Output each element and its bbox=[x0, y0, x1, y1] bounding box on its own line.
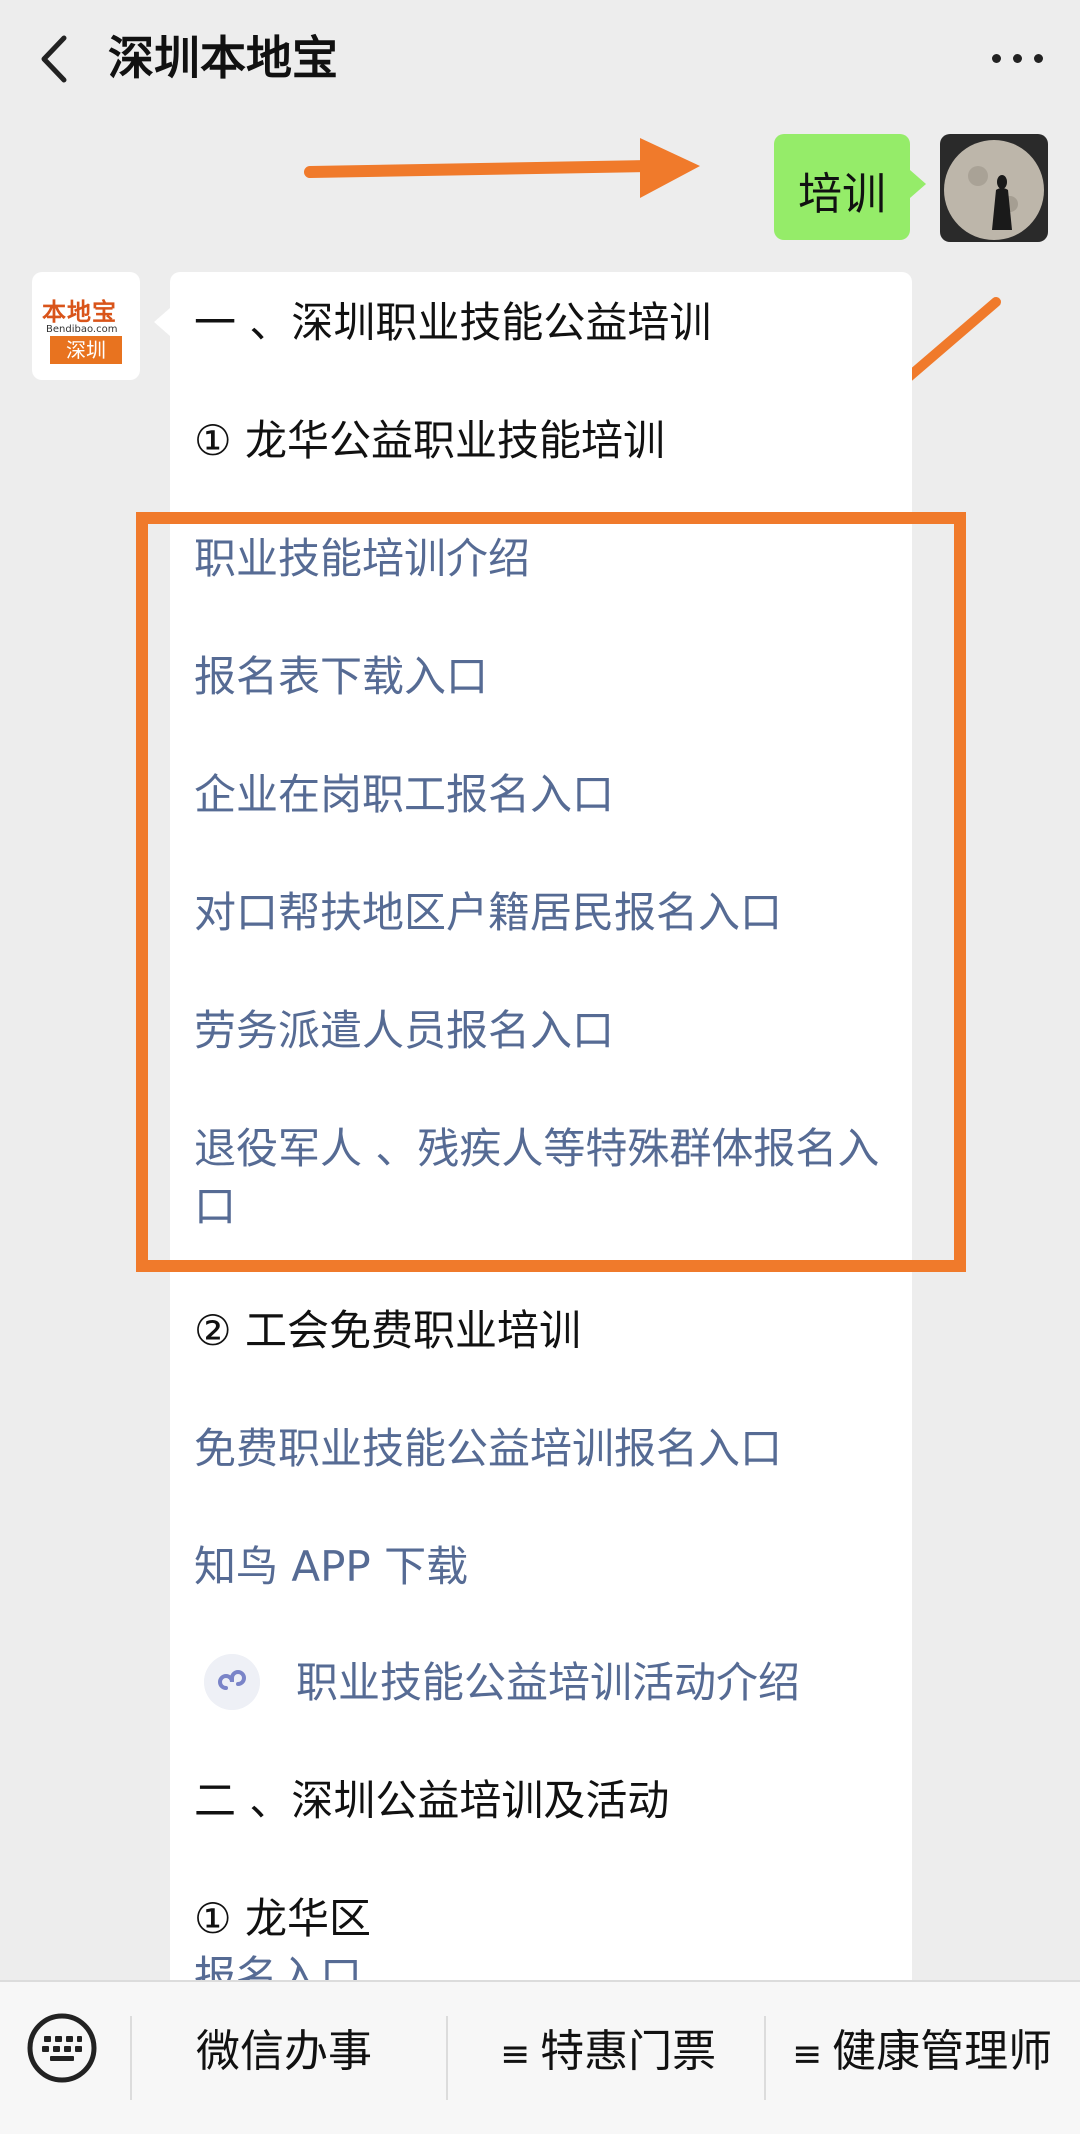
top-nav-bar: 深圳本地宝 bbox=[0, 0, 1080, 118]
menu-item-health-label: 健康管理师 bbox=[832, 2026, 1053, 2077]
link-app-download[interactable]: 知鸟 APP 下载 bbox=[194, 1538, 468, 1596]
moon-silhouette-image bbox=[940, 134, 1048, 242]
menu-item-health-manager[interactable]: ≡ 健康管理师 bbox=[792, 2022, 1052, 2085]
highlight-box bbox=[136, 512, 966, 1272]
bottom-menu-bar: 微信办事 ≡ 特惠门票 ≡ 健康管理师 bbox=[0, 1980, 1080, 2134]
subsection-title: ② 工会免费职业培训 bbox=[194, 1306, 582, 1355]
link-free-training-signup[interactable]: 免费职业技能公益培训报名入口 bbox=[194, 1420, 782, 1478]
subsection-title: ① 龙华公益职业技能培训 bbox=[194, 416, 666, 465]
section-title: 一 、深圳职业技能公益培训 bbox=[194, 298, 712, 347]
more-options-icon[interactable] bbox=[986, 36, 1050, 80]
menu-item-wechat-service[interactable]: 微信办事 bbox=[196, 2022, 372, 2082]
keyboard-icon[interactable] bbox=[26, 2012, 98, 2084]
back-chevron-icon[interactable] bbox=[34, 32, 74, 86]
section-title: 二 、深圳公益培训及活动 bbox=[194, 1776, 670, 1825]
subsection-title: ① 龙华区 bbox=[194, 1894, 372, 1943]
logo-brand-text: 本地宝 bbox=[42, 298, 117, 326]
user-message-text: 培训 bbox=[798, 169, 886, 220]
menu-divider bbox=[764, 2016, 766, 2100]
menu-divider bbox=[446, 2016, 448, 2100]
menu-list-icon: ≡ bbox=[500, 2034, 531, 2075]
menu-item-tickets[interactable]: ≡ 特惠门票 bbox=[500, 2022, 716, 2085]
menu-item-tickets-label: 特惠门票 bbox=[540, 2026, 717, 2077]
logo-city-text: 深圳 bbox=[50, 336, 122, 364]
page-title: 深圳本地宝 bbox=[108, 31, 338, 85]
user-message-bubble[interactable]: 培训 bbox=[774, 134, 926, 240]
user-avatar[interactable] bbox=[940, 134, 1048, 242]
logo-url-text: Bendibao.com bbox=[46, 324, 118, 335]
menu-divider bbox=[130, 2016, 132, 2100]
link-mini-program[interactable]: 职业技能公益培训活动介绍 bbox=[296, 1654, 800, 1712]
mini-program-icon bbox=[204, 1654, 260, 1710]
menu-list-icon: ≡ bbox=[792, 2034, 823, 2075]
official-account-avatar[interactable]: 本地宝 Bendibao.com 深圳 bbox=[32, 272, 140, 380]
